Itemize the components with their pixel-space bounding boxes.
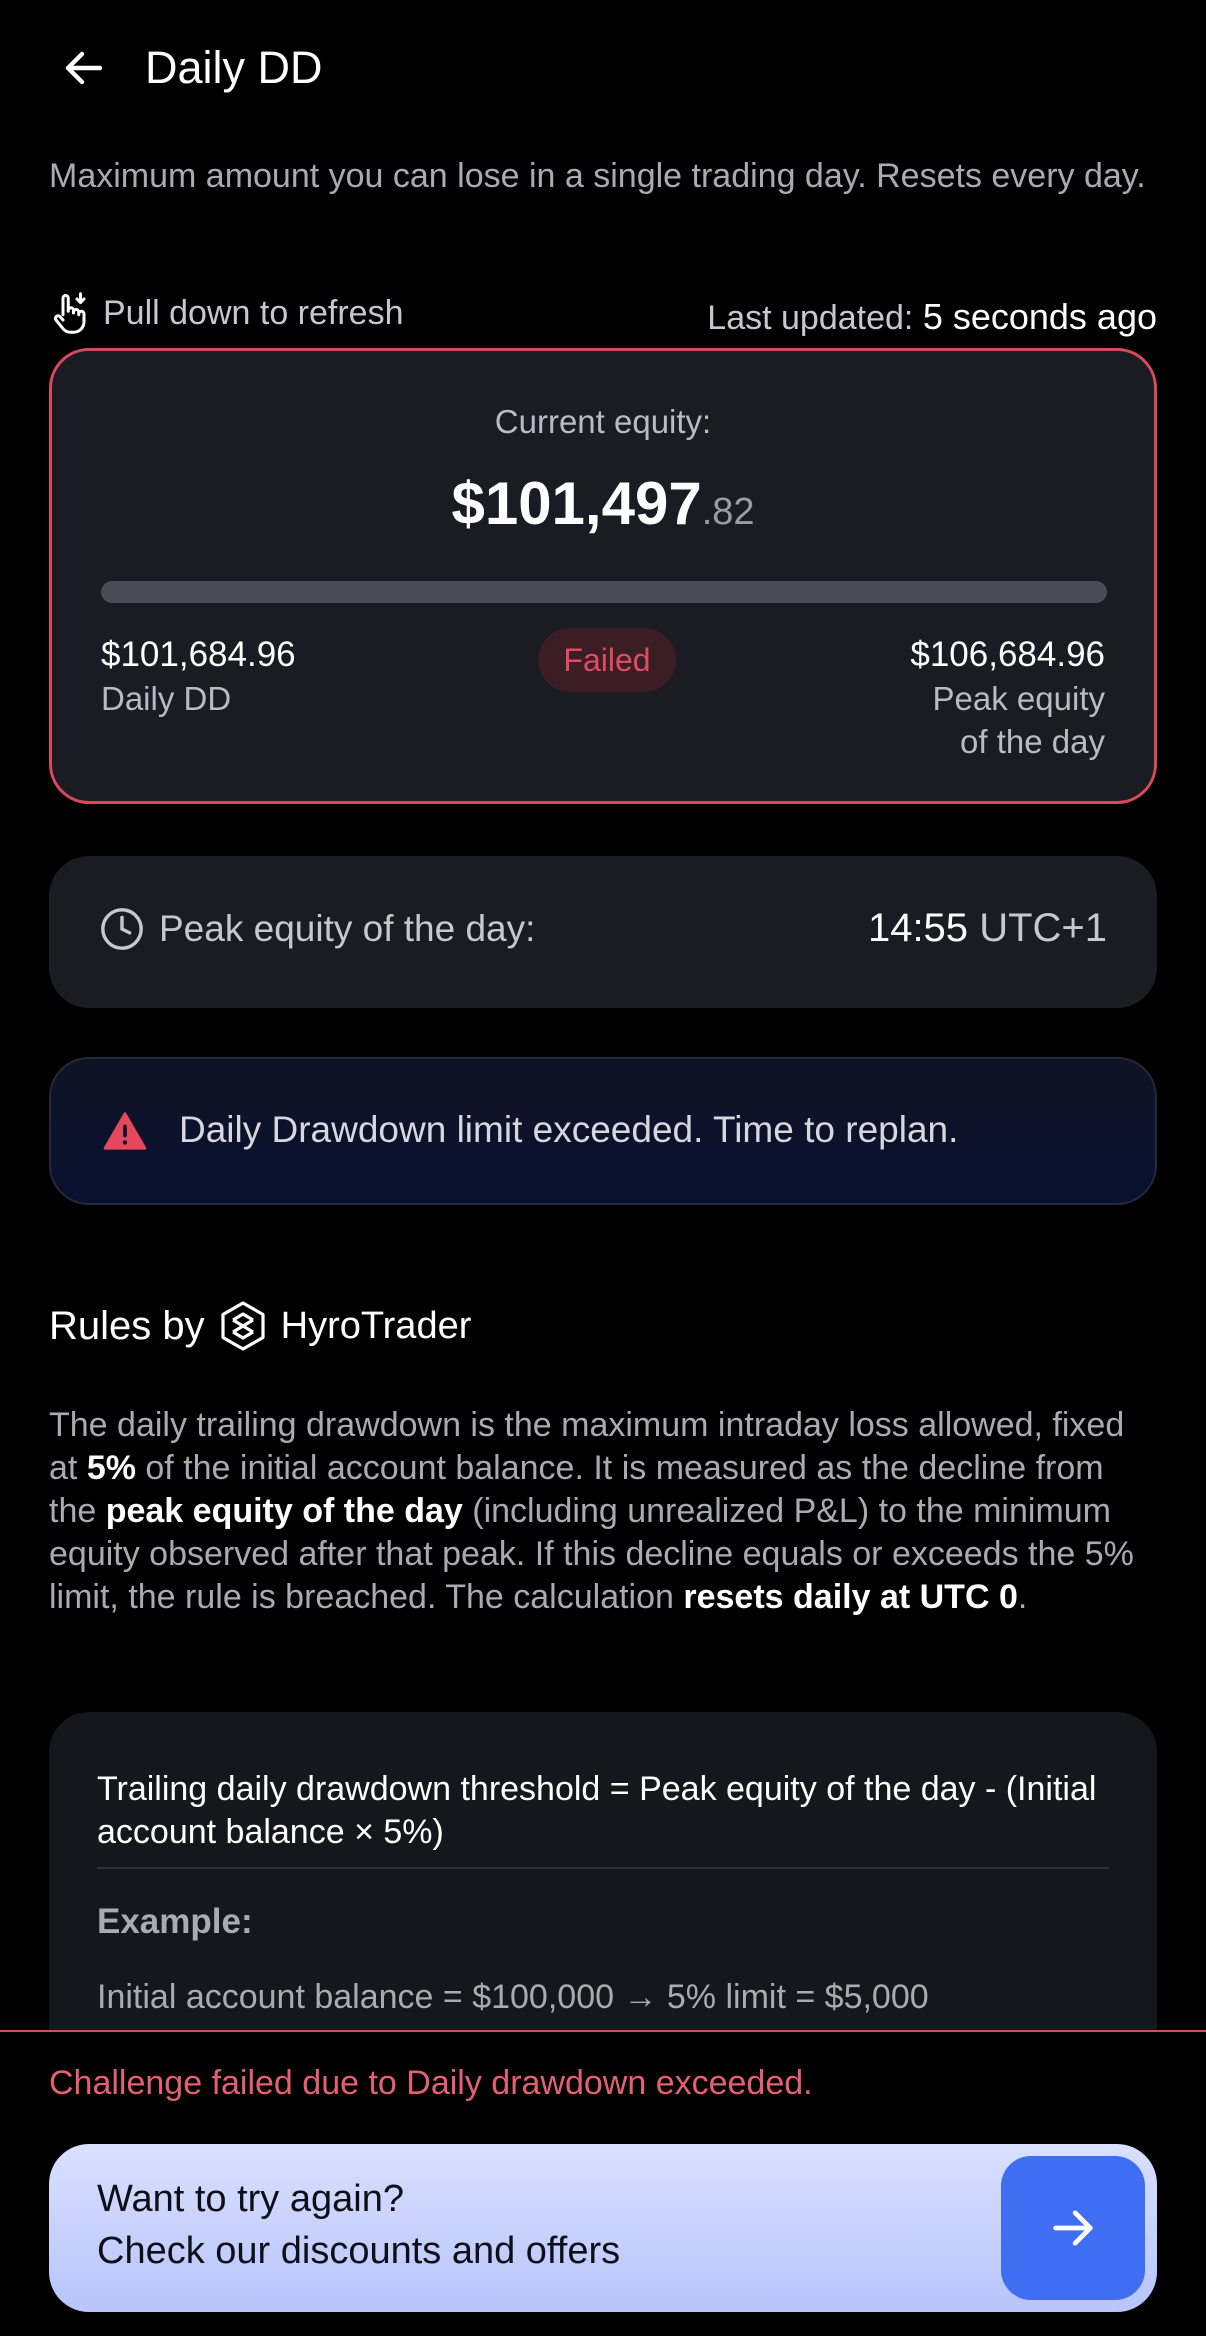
- pull-to-refresh-label: Pull down to refresh: [103, 293, 404, 332]
- refresh-row: Pull down to refresh Last updated: 5 sec…: [49, 290, 1157, 344]
- warning-icon: [103, 1112, 147, 1150]
- formula-text: Trailing daily drawdown threshold = Peak…: [97, 1770, 1097, 1851]
- cta-arrow-button[interactable]: [1001, 2156, 1145, 2300]
- rules-bold-3: resets daily at UTC 0: [683, 1578, 1018, 1616]
- swipe-down-hand-icon: [54, 292, 86, 334]
- rules-heading-label: Rules by: [49, 1303, 205, 1348]
- formula-card: Trailing daily drawdown threshold = Peak…: [49, 1712, 1157, 2032]
- current-equity-cents: .82: [701, 491, 755, 533]
- peak-time: 14:55: [867, 906, 969, 950]
- arrow-left-icon: [65, 51, 103, 85]
- last-updated-label: Last updated:: [707, 299, 914, 337]
- peak-equity-time-label-group: Peak equity of the day:: [99, 906, 535, 952]
- hyrotrader-logo-icon: [221, 1301, 265, 1351]
- brand-name: HyroTrader: [280, 1304, 472, 1347]
- daily-dd-label: Daily DD: [101, 680, 232, 717]
- current-equity-main: $101,497: [451, 470, 702, 537]
- status-badge: Failed: [538, 628, 676, 692]
- peak-equity-label-1: Peak equity: [932, 680, 1105, 717]
- peak-equity-time-card: Peak equity of the day: 14:55 UTC+1: [49, 856, 1157, 1008]
- rules-heading: Rules by HyroTrader: [49, 1300, 471, 1352]
- example-line: Initial account balance = $100,000 → 5% …: [97, 1978, 929, 2016]
- bottom-sheet: Challenge failed due to Daily drawdown e…: [0, 2030, 1206, 2336]
- equity-progress-fill: [101, 581, 1107, 603]
- cta-subtitle: Check our discounts and offers: [97, 2230, 621, 2272]
- rules-description: The daily trailing drawdown is the maxim…: [49, 1404, 1159, 1619]
- rules-text-4: .: [1017, 1578, 1028, 1616]
- current-equity-card: Current equity: $101,497.82 $101,684.96 …: [49, 348, 1157, 804]
- brand: HyroTrader: [219, 1300, 472, 1352]
- page-title: Daily DD: [145, 42, 323, 93]
- equity-progress-bar: [101, 581, 1107, 603]
- page-description: Maximum amount you can lose in a single …: [49, 157, 1146, 195]
- divider: [97, 1867, 1109, 1869]
- alert-message: Daily Drawdown limit exceeded. Time to r…: [179, 1109, 959, 1150]
- peak-equity-amount: $106,684.96: [910, 635, 1105, 674]
- peak-equity-threshold: $106,684.96 Peak equity of the day: [910, 633, 1105, 763]
- peak-equity-time-value: 14:55 UTC+1: [868, 906, 1107, 951]
- header: Daily DD: [0, 0, 1206, 140]
- daily-dd-threshold: $101,684.96 Daily DD: [101, 633, 296, 720]
- current-equity-label: Current equity:: [494, 403, 712, 440]
- pull-to-refresh-hint: Pull down to refresh: [49, 290, 404, 336]
- arrow-right-icon: [1053, 2210, 1093, 2246]
- cta-title: Want to try again?: [97, 2178, 404, 2220]
- drawdown-alert: Daily Drawdown limit exceeded. Time to r…: [49, 1057, 1157, 1205]
- rules-bold-1: 5%: [86, 1449, 136, 1487]
- last-updated: Last updated: 5 seconds ago: [707, 296, 1157, 338]
- rules-bold-2: peak equity of the day: [105, 1492, 463, 1530]
- clock-icon: [101, 908, 143, 950]
- current-equity-value: $101,497.82: [52, 469, 1154, 538]
- last-updated-value: 5 seconds ago: [922, 296, 1157, 337]
- peak-timezone: UTC+1: [979, 906, 1107, 950]
- example-title: Example:: [97, 1902, 253, 1941]
- challenge-failed-message: Challenge failed due to Daily drawdown e…: [49, 2064, 813, 2102]
- try-again-cta[interactable]: Want to try again? Check our discounts a…: [49, 2144, 1157, 2312]
- peak-equity-label-2: of the day: [960, 723, 1105, 760]
- back-button[interactable]: [52, 36, 116, 100]
- peak-equity-time-label: Peak equity of the day:: [159, 908, 536, 949]
- daily-dd-amount: $101,684.96: [101, 635, 296, 674]
